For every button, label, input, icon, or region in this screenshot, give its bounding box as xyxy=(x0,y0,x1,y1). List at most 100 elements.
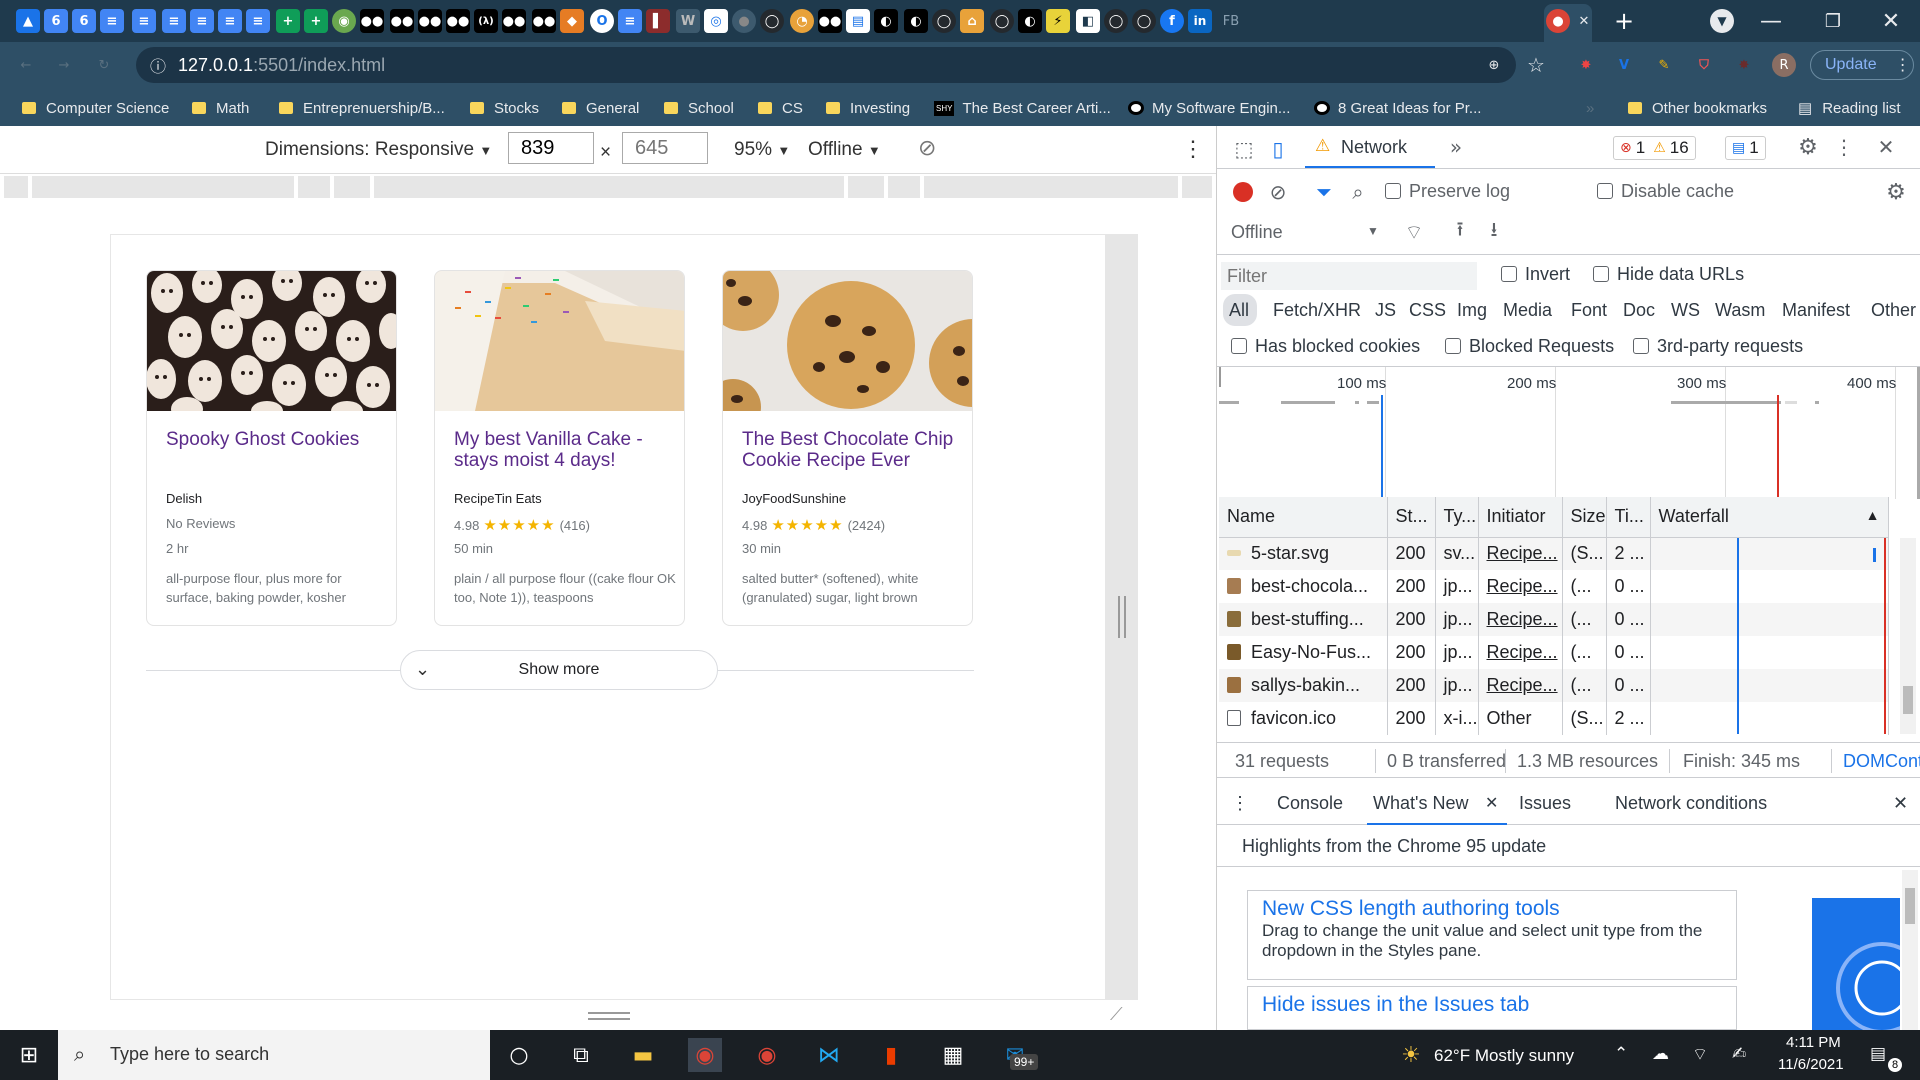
github-tab-icon[interactable]: ◯ xyxy=(760,9,784,33)
google-docs-tab-icon[interactable]: ≡ xyxy=(218,9,242,33)
tab-console[interactable]: Console xyxy=(1277,793,1343,814)
type-filter-js[interactable]: JS xyxy=(1375,300,1396,321)
throttle-dropdown[interactable]: Offline ▼ xyxy=(808,139,881,161)
facebook-tab-icon[interactable]: f xyxy=(1160,9,1184,33)
google-docs-tab-icon[interactable]: ≡ xyxy=(100,9,124,33)
table-scrollbar[interactable] xyxy=(1900,538,1916,734)
medium-tab-icon[interactable]: ●● xyxy=(532,9,556,33)
bookmark-folder[interactable]: Investing xyxy=(826,97,910,119)
tab-icon[interactable]: ◆ xyxy=(560,9,584,33)
google-docs-tab-icon[interactable]: ≡ xyxy=(132,9,156,33)
blocked-requests-checkbox[interactable]: Blocked Requests xyxy=(1445,336,1614,357)
import-har-icon[interactable]: ⭱ xyxy=(1447,217,1473,245)
tray-expand-icon[interactable]: ⌃ xyxy=(1614,1044,1628,1064)
type-filter-manifest[interactable]: Manifest xyxy=(1782,300,1850,321)
type-filter-media[interactable]: Media xyxy=(1503,300,1552,321)
bookmark-folder[interactable]: CS xyxy=(758,97,803,119)
type-filter-other[interactable]: Other xyxy=(1871,300,1916,321)
tab-icon[interactable]: ◐ xyxy=(874,9,898,33)
checkbox[interactable] xyxy=(1501,266,1517,282)
more-options-icon[interactable]: ⋮ xyxy=(1831,134,1857,160)
table-row[interactable]: best-stuffing... 200 jp... Recipe... (..… xyxy=(1219,603,1889,636)
medium-tab-icon[interactable]: ●● xyxy=(360,9,384,33)
type-filter-all-label[interactable]: All xyxy=(1229,300,1249,321)
new-tab-icon[interactable]: + xyxy=(1612,7,1636,35)
type-filter-fetch[interactable]: Fetch/XHR xyxy=(1273,300,1361,321)
width-input[interactable] xyxy=(508,132,594,164)
close-tab-icon[interactable]: ✕ xyxy=(1485,793,1498,812)
forward-icon[interactable]: → xyxy=(52,53,76,77)
issue-counts-badge[interactable]: ⊗ 1 ⚠ 16 xyxy=(1613,136,1696,160)
checkbox[interactable] xyxy=(1597,183,1613,199)
tab-icon[interactable]: W xyxy=(676,9,700,33)
minimize-icon[interactable]: — xyxy=(1742,0,1800,42)
media-query-segment[interactable] xyxy=(298,176,330,198)
update-button[interactable]: Update ⋮ xyxy=(1810,50,1914,80)
media-query-segment[interactable] xyxy=(32,176,294,198)
weather-sun-icon[interactable]: ☀ xyxy=(1394,1038,1428,1072)
wifi-icon[interactable]: ⌔ xyxy=(1692,1044,1708,1065)
close-devtools-icon[interactable]: ✕ xyxy=(1873,134,1899,160)
active-tab[interactable]: ● ✕ xyxy=(1544,4,1592,42)
third-party-checkbox[interactable]: 3rd-party requests xyxy=(1633,336,1803,357)
resize-handle-right[interactable] xyxy=(1118,596,1126,638)
drawer-scrollbar[interactable] xyxy=(1902,870,1918,1030)
chrome-icon[interactable]: ◉ xyxy=(750,1038,784,1072)
filter-icon[interactable]: ⏷ xyxy=(1311,179,1337,205)
recipe-title[interactable]: My best Vanilla Cake - stays moist 4 day… xyxy=(454,429,674,471)
back-icon[interactable]: ← xyxy=(14,53,38,77)
medium-tab-icon[interactable]: ●● xyxy=(446,9,470,33)
close-tab-icon[interactable]: ✕ xyxy=(1572,9,1596,33)
recipe-card[interactable]: My best Vanilla Cake - stays moist 4 day… xyxy=(434,270,685,626)
column-header[interactable]: Name xyxy=(1219,497,1388,538)
vscode-icon[interactable]: ⋈ xyxy=(812,1038,846,1072)
avatar[interactable]: R xyxy=(1772,53,1796,77)
search-icon[interactable]: ⌕ xyxy=(1345,179,1371,205)
tab-icon[interactable]: ◎ xyxy=(704,9,728,33)
request-initiator[interactable]: Recipe... xyxy=(1478,669,1563,702)
bookmark-folder[interactable]: Stocks xyxy=(470,97,539,119)
tab-icon[interactable]: ⌂ xyxy=(960,9,984,33)
column-header[interactable]: Initiator xyxy=(1478,497,1563,538)
taskbar-search[interactable]: ⌕ Type here to search xyxy=(58,1030,490,1080)
medium-tab-icon[interactable]: ●● xyxy=(502,9,526,33)
github-tab-icon[interactable]: ◯ xyxy=(1104,9,1128,33)
height-input[interactable] xyxy=(622,132,708,164)
more-tabs-icon[interactable]: » xyxy=(1443,134,1469,160)
extension-icon[interactable]: ✸ xyxy=(1732,53,1756,77)
bookmark-folder[interactable]: School xyxy=(664,97,734,119)
onedrive-icon[interactable]: ☁ xyxy=(1652,1044,1669,1064)
media-query-segment[interactable] xyxy=(888,176,920,198)
more-options-icon[interactable]: ⋮ xyxy=(1182,136,1204,162)
media-query-bar[interactable] xyxy=(0,174,1216,200)
google-docs-tab-icon[interactable]: ≡ xyxy=(162,9,186,33)
table-row[interactable]: 5-star.svg 200 sv... Recipe... (S... 2 .… xyxy=(1219,537,1889,570)
notifications-icon[interactable]: ▤ xyxy=(1870,1044,1886,1064)
type-filter-font[interactable]: Font xyxy=(1571,300,1607,321)
checkbox[interactable] xyxy=(1633,338,1649,354)
table-row[interactable]: Easy-No-Fus... 200 jp... Recipe... (... … xyxy=(1219,636,1889,669)
media-query-segment[interactable] xyxy=(4,176,28,198)
request-initiator[interactable]: Recipe... xyxy=(1478,537,1563,570)
tab-search-icon[interactable]: ▼ xyxy=(1710,9,1734,33)
extension-icon[interactable]: ⛉ xyxy=(1692,53,1716,77)
tab-icon[interactable]: 6 xyxy=(44,9,68,33)
tab-issues[interactable]: Issues xyxy=(1519,793,1571,814)
scrollbar-thumb[interactable] xyxy=(1905,888,1915,924)
google-docs-tab-icon[interactable]: ≡ xyxy=(246,9,270,33)
tab-icon[interactable]: ▤ xyxy=(846,9,870,33)
column-header[interactable]: St... xyxy=(1387,497,1436,538)
tab-icon[interactable]: ▌ xyxy=(646,9,670,33)
preserve-log-checkbox[interactable]: Preserve log xyxy=(1385,181,1510,202)
show-more-button[interactable]: ⌄ Show more xyxy=(400,650,718,690)
column-header[interactable]: Ti... xyxy=(1606,497,1651,538)
resize-corner-icon[interactable]: ⟋ xyxy=(1110,1004,1123,1025)
recipe-card[interactable]: Spooky Ghost Cookies Delish No Reviews 2… xyxy=(146,270,397,626)
chevron-right-icon[interactable]: » xyxy=(1586,97,1594,119)
news-title[interactable]: Hide issues in the Issues tab xyxy=(1262,993,1722,1017)
type-filter-css[interactable]: CSS xyxy=(1409,300,1446,321)
type-filter-wasm[interactable]: Wasm xyxy=(1715,300,1765,321)
tab-icon[interactable]: O xyxy=(590,9,614,33)
bookmark-link[interactable]: 8 Great Ideas for Pr... xyxy=(1314,97,1481,119)
bookmark-folder[interactable]: Entreprenuership/B... xyxy=(279,97,445,119)
